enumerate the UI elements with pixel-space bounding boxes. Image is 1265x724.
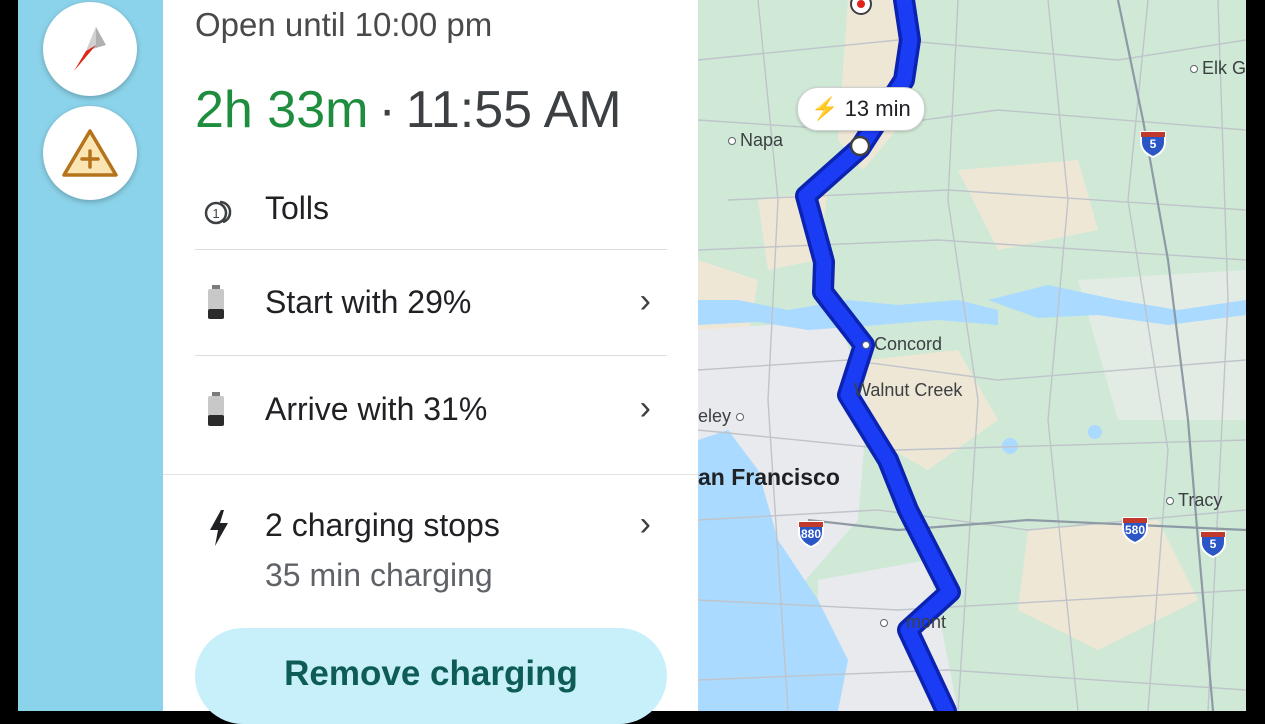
tolls-row: 1 Tolls xyxy=(195,186,667,236)
charging-stops-row[interactable]: 2 charging stops 35 min charging › xyxy=(195,503,667,603)
report-incident-button[interactable] xyxy=(43,106,137,200)
compass-button[interactable] xyxy=(43,2,137,96)
bolt-icon xyxy=(207,509,231,547)
toll-icon: 1 xyxy=(203,194,237,228)
bolt-icon: ⚡ xyxy=(811,96,839,121)
eta-separator: · xyxy=(378,81,396,139)
compass-icon xyxy=(74,27,106,71)
city-label-berkeley[interactable]: eley xyxy=(698,406,748,427)
city-label-napa[interactable]: Napa xyxy=(728,130,783,151)
divider xyxy=(195,249,667,250)
interstate-shield-5-north: 5 xyxy=(1138,128,1168,158)
battery-icon xyxy=(205,391,227,427)
city-label-elk-grove[interactable]: Elk G xyxy=(1190,58,1246,79)
city-label-tracy[interactable]: Tracy xyxy=(1166,490,1222,511)
city-label-concord[interactable]: Concord xyxy=(862,334,942,355)
interstate-shield-880: 880 xyxy=(796,518,826,548)
arrival-time: 11:55 AM xyxy=(405,81,622,139)
segment-time-label: 13 min xyxy=(844,96,911,121)
chevron-right-icon: › xyxy=(639,389,651,427)
charging-time-label: 35 min charging xyxy=(265,557,493,593)
map-canvas xyxy=(698,0,1246,711)
start-battery-row[interactable]: Start with 29% › xyxy=(195,280,667,330)
map-control-rail xyxy=(18,0,163,711)
left-black-strip xyxy=(0,0,18,711)
segment-time-chip[interactable]: ⚡ 13 min xyxy=(797,87,925,131)
chevron-right-icon: › xyxy=(639,505,651,543)
interstate-shield-580: 580 xyxy=(1120,514,1150,544)
start-battery-label: Start with 29% xyxy=(265,284,472,320)
right-black-strip xyxy=(1246,0,1265,711)
arrive-battery-row[interactable]: Arrive with 31% › xyxy=(195,387,667,437)
city-label-fremont[interactable]: mont xyxy=(880,612,946,633)
svg-text:1: 1 xyxy=(212,206,219,221)
warning-add-icon xyxy=(62,129,118,177)
interstate-shield-5-south: 5 xyxy=(1198,528,1228,558)
trip-duration: 2h 33m xyxy=(195,81,369,139)
route-details-panel: Open until 10:00 pm 2h 33m · 11:55 AM 1 To… xyxy=(163,0,698,724)
chevron-right-icon: › xyxy=(639,282,651,320)
city-label-san-francisco[interactable]: an Francisco xyxy=(698,464,840,491)
battery-icon xyxy=(205,284,227,320)
tolls-label: Tolls xyxy=(265,190,330,226)
city-label-walnut-creek[interactable]: Walnut Creek xyxy=(854,380,962,401)
opening-hours: Open until 10:00 pm xyxy=(195,6,493,43)
section-divider xyxy=(163,474,698,475)
charging-stops-label: 2 charging stops xyxy=(265,507,500,543)
eta-summary: 2h 33m · 11:55 AM xyxy=(195,80,622,140)
remove-charging-button[interactable]: Remove charging xyxy=(195,628,667,724)
divider xyxy=(195,355,667,356)
route-map[interactable]: ⚡ 13 min Napa Elk G Concord Walnut Creek… xyxy=(698,0,1246,711)
arrive-battery-label: Arrive with 31% xyxy=(265,391,488,427)
